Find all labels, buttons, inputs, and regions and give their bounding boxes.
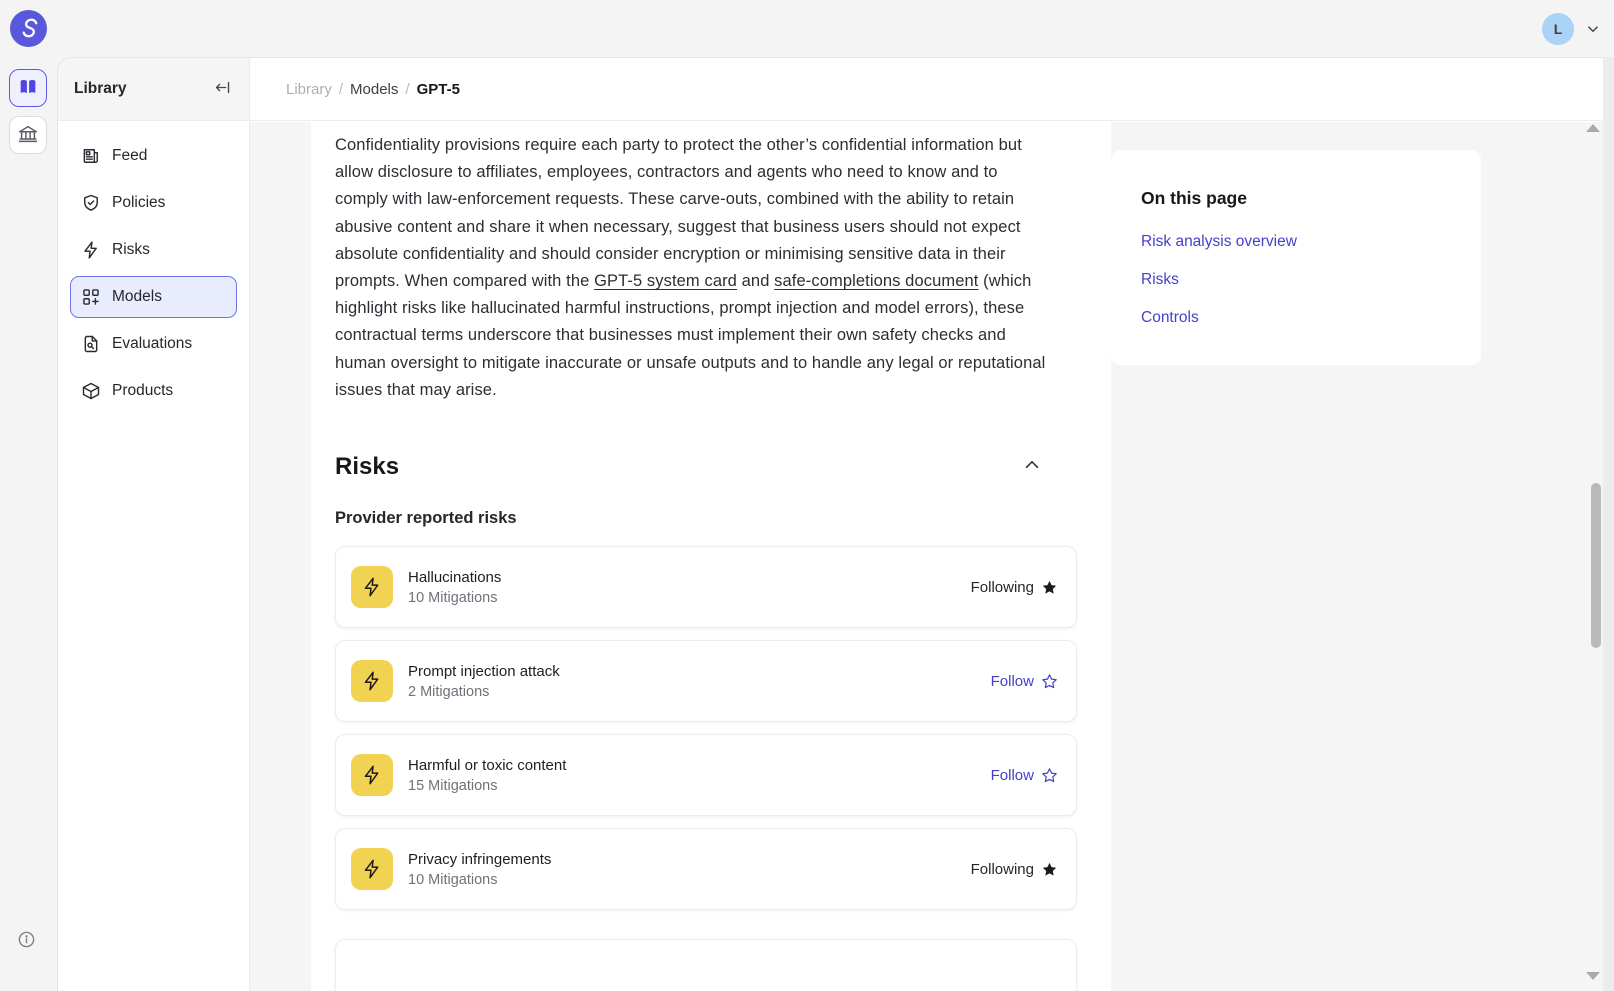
chevron-up-icon: [1021, 454, 1043, 479]
inline-link[interactable]: safe-completions document: [774, 272, 978, 290]
newspaper-icon: [81, 146, 101, 166]
risk-card[interactable]: Privacy infringements 10 Mitigations Fol…: [335, 828, 1077, 910]
breadcrumb: Library / Models / GPT-5: [250, 58, 1603, 121]
on-this-page-links: Risk analysis overview Risks Controls: [1141, 233, 1451, 327]
follow-label: Follow: [991, 767, 1034, 784]
breadcrumb-separator: /: [405, 81, 409, 98]
risk-card-list: Hallucinations 10 Mitigations Following …: [335, 546, 1077, 910]
info-icon[interactable]: [17, 930, 36, 949]
provider-reported-risks-label: Provider reported risks: [335, 509, 1087, 528]
document-search-icon: [81, 334, 101, 354]
book-open-icon: [17, 76, 39, 101]
risk-card-mitigations: 2 Mitigations: [408, 684, 991, 700]
sidebar-item-evaluations[interactable]: Evaluations: [70, 323, 237, 365]
on-this-page-title: On this page: [1141, 188, 1451, 209]
window-edge-gutter: [1603, 57, 1614, 991]
risk-card-mitigations: 15 Mitigations: [408, 778, 991, 794]
sidebar-item-label: Policies: [112, 194, 165, 212]
risk-card-title: Prompt injection attack: [408, 663, 991, 680]
paragraph-text: Confidentiality provisions require each …: [335, 136, 1022, 290]
risk-card[interactable]: Prompt injection attack 2 Mitigations Fo…: [335, 640, 1077, 722]
article-panel: Confidentiality provisions require each …: [311, 122, 1111, 991]
following-button[interactable]: Following: [971, 579, 1058, 596]
follow-label: Following: [971, 579, 1034, 596]
paragraph-text: and: [737, 272, 774, 290]
toc-link-controls[interactable]: Controls: [1141, 309, 1451, 327]
risks-section-title: Risks: [335, 453, 399, 481]
package-icon: [81, 381, 101, 401]
icon-rail: [0, 57, 57, 991]
scrollbar-thumb[interactable]: [1591, 483, 1601, 648]
scroll-up-arrow-icon[interactable]: [1586, 124, 1600, 132]
risk-card-mitigations: 10 Mitigations: [408, 590, 971, 606]
risk-zap-icon: [351, 566, 393, 608]
library-sidebar: Library Feed Policies Risks Models Evalu…: [58, 58, 250, 991]
collapse-risks-section-button[interactable]: [1017, 450, 1047, 483]
breadcrumb-separator: /: [339, 81, 343, 98]
toc-link-risks[interactable]: Risks: [1141, 271, 1451, 289]
user-avatar[interactable]: L: [1542, 13, 1574, 45]
follow-button[interactable]: Follow: [991, 767, 1058, 784]
risk-card-title: Hallucinations: [408, 569, 971, 586]
sidebar-item-risks[interactable]: Risks: [70, 229, 237, 271]
sidebar-item-feed[interactable]: Feed: [70, 135, 237, 177]
sidebar-item-label: Evaluations: [112, 335, 192, 353]
collapse-sidebar-button[interactable]: [212, 77, 233, 101]
rail-library-button[interactable]: [9, 69, 47, 107]
sidebar-item-label: Risks: [112, 241, 150, 259]
star-outline-icon: [1041, 767, 1058, 784]
bank-icon: [17, 123, 39, 148]
rail-organization-button[interactable]: [9, 116, 47, 154]
risk-card-meta: Prompt injection attack 2 Mitigations: [408, 663, 991, 700]
breadcrumb-item-library[interactable]: Library: [286, 81, 332, 98]
following-button[interactable]: Following: [971, 861, 1058, 878]
sidebar-item-label: Models: [112, 288, 162, 306]
breadcrumb-item-gpt-5: GPT-5: [417, 81, 460, 98]
article-paragraph: Confidentiality provisions require each …: [335, 132, 1047, 404]
risk-card[interactable]: Hallucinations 10 Mitigations Following: [335, 546, 1077, 628]
top-header: L: [0, 0, 1614, 57]
scroll-down-arrow-icon[interactable]: [1586, 972, 1600, 980]
risk-zap-icon: [351, 848, 393, 890]
risk-card-mitigations: 10 Mitigations: [408, 872, 971, 888]
workspace-panel: Library Feed Policies Risks Models Evalu…: [57, 57, 1603, 991]
grid-plus-icon: [81, 287, 101, 307]
inline-link[interactable]: GPT-5 system card: [594, 272, 737, 290]
toc-link-risk-analysis-overview[interactable]: Risk analysis overview: [1141, 233, 1451, 251]
sidebar-item-label: Feed: [112, 147, 147, 165]
follow-label: Following: [971, 861, 1034, 878]
sidebar-item-policies[interactable]: Policies: [70, 182, 237, 224]
star-outline-icon: [1041, 673, 1058, 690]
sidebar-item-products[interactable]: Products: [70, 370, 237, 412]
shield-check-icon: [81, 193, 101, 213]
star-filled-icon: [1041, 579, 1058, 596]
sidebar-nav: Feed Policies Risks Models Evaluations P…: [58, 121, 249, 426]
zap-icon: [81, 240, 101, 260]
risk-card-meta: Hallucinations 10 Mitigations: [408, 569, 971, 606]
breadcrumb-item-models[interactable]: Models: [350, 81, 398, 98]
paragraph-text: (which highlight risks like hallucinated…: [335, 272, 1045, 399]
risk-zap-icon: [351, 754, 393, 796]
risk-card-meta: Privacy infringements 10 Mitigations: [408, 851, 971, 888]
risk-card-partial[interactable]: [335, 939, 1077, 991]
avatar-initial: L: [1554, 21, 1563, 37]
risk-card[interactable]: Harmful or toxic content 15 Mitigations …: [335, 734, 1077, 816]
risk-card-meta: Harmful or toxic content 15 Mitigations: [408, 757, 991, 794]
sidebar-item-label: Products: [112, 382, 173, 400]
star-filled-icon: [1041, 861, 1058, 878]
on-this-page-panel: On this page Risk analysis overview Risks…: [1111, 150, 1481, 365]
risk-zap-icon: [351, 660, 393, 702]
content-scroll-area: Confidentiality provisions require each …: [250, 122, 1603, 991]
sidebar-title: Library: [74, 80, 127, 98]
risk-card-title: Privacy infringements: [408, 851, 971, 868]
app-logo[interactable]: [10, 10, 47, 47]
content-column: Library / Models / GPT-5 Confidentiality pro…: [250, 58, 1603, 991]
risk-card-title: Harmful or toxic content: [408, 757, 991, 774]
sidebar-item-models[interactable]: Models: [70, 276, 237, 318]
account-menu-chevron-down-icon[interactable]: [1584, 20, 1602, 38]
logo-glyph-icon: [10, 10, 47, 47]
collapse-left-icon: [214, 79, 231, 99]
follow-button[interactable]: Follow: [991, 673, 1058, 690]
follow-label: Follow: [991, 673, 1034, 690]
